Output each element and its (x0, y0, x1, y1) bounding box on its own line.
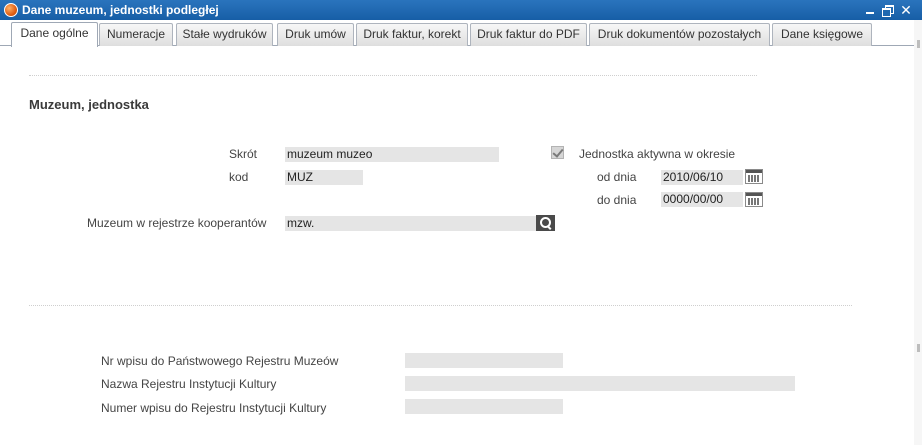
tab-numeracje[interactable]: Numeracje (99, 23, 173, 46)
separator-middle (29, 305, 852, 306)
tab-dane-ksiegowe[interactable]: Dane księgowe (772, 23, 872, 46)
kod-input[interactable]: MUZ (285, 170, 363, 185)
nr-wpisu-input[interactable] (405, 353, 563, 368)
maximize-icon[interactable] (881, 3, 895, 17)
tab-stale-wydrukow[interactable]: Stałe wydruków (176, 23, 273, 46)
do-dnia-label: do dnia (597, 193, 637, 207)
tab-bar: Dane ogólne Numeracje Stałe wydruków Dru… (0, 20, 914, 47)
separator-top (29, 75, 757, 76)
tab-druk-umow[interactable]: Druk umów (277, 23, 354, 46)
museum-registry-input[interactable]: mzw. (285, 216, 536, 231)
window-titlebar: Dane muzeum, jednostki podległej ✕ (0, 0, 922, 20)
strip-handle-top (917, 40, 920, 48)
tab-druk-faktur-pdf[interactable]: Druk faktur do PDF (470, 23, 587, 46)
right-resize-strip (914, 20, 922, 445)
nazwa-rejestru-label: Nazwa Rejestru Instytucji Kultury (101, 377, 277, 391)
numer-wpisu-label: Numer wpisu do Rejestru Instytucji Kultu… (101, 401, 327, 415)
nazwa-rejestru-input[interactable] (405, 376, 795, 391)
minimize-icon[interactable] (863, 3, 877, 17)
tab-dane-ogolne[interactable]: Dane ogólne (11, 22, 98, 47)
window-title: Dane muzeum, jednostki podległej (22, 3, 219, 17)
tab-druk-faktur-korekt[interactable]: Druk faktur, korekt (356, 23, 468, 46)
skrot-input[interactable]: muzeum muzeo (285, 147, 499, 162)
calendar-icon[interactable] (745, 169, 763, 184)
museum-app-icon (4, 3, 18, 17)
active-period-checkbox[interactable] (551, 146, 564, 159)
nr-wpisu-label: Nr wpisu do Państwowego Rejestru Muzeów (101, 354, 339, 368)
calendar-icon[interactable] (745, 192, 763, 207)
od-dnia-input[interactable]: 2010/06/10 (661, 170, 743, 185)
active-period-label: Jednostka aktywna w okresie (579, 147, 736, 161)
kod-label: kod (229, 170, 249, 184)
od-dnia-label: od dnia (597, 170, 637, 184)
tab-druk-dokumentow[interactable]: Druk dokumentów pozostałych (589, 23, 770, 46)
close-icon[interactable]: ✕ (899, 3, 913, 17)
strip-handle-bottom (917, 344, 920, 352)
search-icon[interactable] (536, 215, 555, 231)
museum-registry-label: Muzeum w rejestrze kooperantów (87, 216, 267, 230)
skrot-label: Skrót (229, 147, 258, 161)
do-dnia-input[interactable]: 0000/00/00 (661, 192, 743, 207)
section-title: Muzeum, jednostka (29, 97, 149, 112)
numer-wpisu-input[interactable] (405, 399, 563, 414)
